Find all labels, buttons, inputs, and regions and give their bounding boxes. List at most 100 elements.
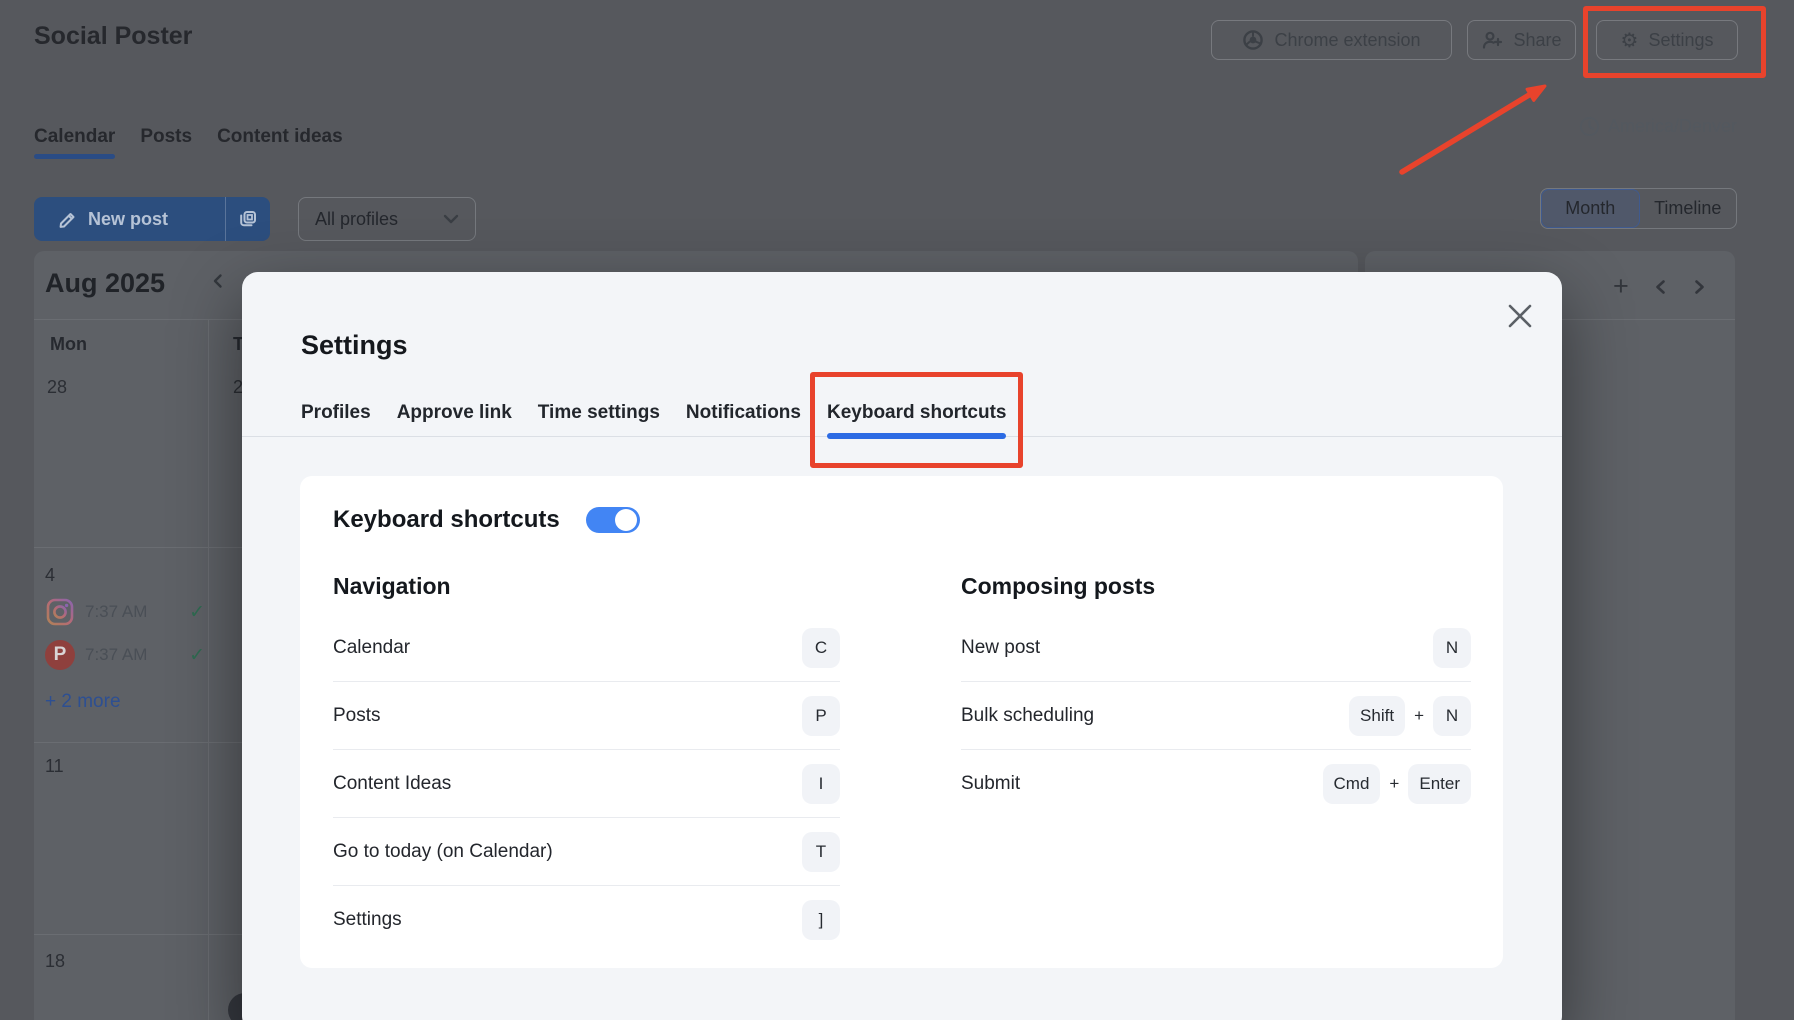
calendar-date[interactable]: 11 [45,756,64,777]
key-badge: N [1433,628,1471,668]
key-badge: Enter [1408,764,1471,804]
post-time: 7:37 AM [85,645,147,665]
shortcut-label: Settings [333,909,402,931]
new-post-button[interactable]: New post [34,197,270,241]
key-badge: ] [802,900,840,940]
calendar-date[interactable]: 18 [45,951,65,972]
section-title: Navigation [333,573,840,600]
shortcut-row: New post N [961,614,1471,681]
section-title: Composing posts [961,573,1471,600]
chrome-extension-label: Chrome extension [1274,30,1420,51]
tab-calendar[interactable]: Calendar [34,126,115,156]
grid-line [208,319,209,1020]
tab-content-ideas[interactable]: Content ideas [217,126,343,156]
share-button[interactable]: Share [1467,20,1576,60]
shortcut-label: New post [961,637,1040,659]
plus-separator: + [1389,774,1399,794]
instagram-icon [45,597,75,627]
keyboard-shortcuts-card: Keyboard shortcuts Navigation CalendarCP… [300,476,1503,968]
shortcut-row: Bulk schedulingShift+N [961,681,1471,749]
shortcut-keys: ] [802,900,840,940]
bulk-post-button[interactable] [225,197,270,241]
shortcut-keys: C [802,628,840,668]
timezone-indicator[interactable]: America/Denver [1579,116,1737,137]
calendar-date[interactable]: 28 [47,377,67,398]
toggle-knob [615,509,637,531]
clock-icon [1579,116,1600,137]
shortcut-keys: T [802,832,840,872]
pencil-icon [58,209,78,229]
modal-title: Settings [301,330,408,361]
plus-separator: + [1414,706,1424,726]
tab-profiles[interactable]: Profiles [301,402,371,436]
key-badge: T [802,832,840,872]
settings-button-label: Settings [1648,30,1713,51]
chevron-down-icon [443,214,459,224]
shortcut-row: Settings] [333,885,840,953]
key-badge: Cmd [1323,764,1381,804]
profiles-filter-value: All profiles [315,209,398,230]
shortcut-keys: N [1433,628,1471,668]
add-icon[interactable]: + [1613,273,1629,300]
new-post-label: New post [88,209,168,230]
chrome-icon [1242,29,1264,51]
tab-keyboard-shortcuts[interactable]: Keyboard shortcuts [827,402,1006,436]
keyboard-shortcuts-toggle[interactable] [586,507,640,533]
shortcut-keys: Cmd + Enter [1323,764,1471,804]
post-time: 7:37 AM [85,602,147,622]
chevron-right-icon[interactable] [1692,279,1707,295]
key-badge: P [802,696,840,736]
close-icon[interactable] [1500,296,1540,336]
settings-button[interactable]: ⚙ Settings [1596,20,1738,60]
shortcut-row: Submit Cmd + Enter [961,749,1471,817]
page-title: Social Poster [34,22,192,51]
shortcut-row: Posts P [333,681,840,749]
shortcut-label: Calendar [333,637,410,659]
key-badge: C [802,628,840,668]
sent-check-icon: ✓ [189,601,205,624]
share-label: Share [1513,30,1561,51]
chrome-extension-button[interactable]: Chrome extension [1211,20,1452,60]
shortcut-label: Submit [961,773,1020,795]
gear-icon: ⚙ [1621,30,1639,50]
main-nav-tabs: Calendar Posts Content ideas [34,126,343,156]
copy-icon [238,209,258,229]
shortcut-row: Go to today (on Calendar) T [333,817,840,885]
scheduled-post[interactable]: P 7:37 AM ✓ [45,640,205,670]
shortcut-keys: Shift+N [1349,696,1471,736]
calendar-date[interactable]: 4 [45,565,55,586]
key-badge: N [1433,696,1471,736]
settings-tabs: Profiles Approve link Time settings Noti… [242,402,1562,437]
shortcut-label: Bulk scheduling [961,705,1094,727]
sent-check-icon: ✓ [189,644,205,667]
key-badge: I [802,764,840,804]
shortcut-label: Go to today (on Calendar) [333,841,553,863]
shortcuts-section-composing: Composing posts New post N Bulk scheduling… [961,573,1471,817]
scheduled-posts: 7:37 AM ✓ P 7:37 AM ✓ [45,597,205,670]
settings-modal: Settings Profiles Approve link Time sett… [242,272,1562,1020]
weekday-header-mon: Mon [50,334,87,355]
tab-notifications[interactable]: Notifications [686,402,801,436]
shortcuts-section-navigation: Navigation Calendar C Posts P Content Ideas I… [333,573,840,953]
profiles-filter-dropdown[interactable]: All profiles [298,197,476,241]
more-posts-link[interactable]: + 2 more [45,691,121,713]
view-toggle-month[interactable]: Month [1541,189,1640,228]
shortcut-keys: I [802,764,840,804]
tab-approve-link[interactable]: Approve link [397,402,512,436]
calendar-month-title: Aug 2025 [45,268,165,299]
chevron-left-icon[interactable] [1653,279,1668,295]
person-add-icon [1481,30,1503,50]
tab-keyboard-shortcuts-label: Keyboard shortcuts [827,402,1006,423]
screen: Social Poster Chrome extension Share [0,0,1794,1020]
shortcut-row: Calendar C [333,614,840,681]
view-toggle-timeline[interactable]: Timeline [1640,189,1737,228]
tab-time-settings[interactable]: Time settings [538,402,660,436]
timezone-label: America/Denver [1608,116,1737,137]
pinterest-icon: P [45,640,75,670]
shortcut-label: Content Ideas [333,773,451,795]
card-title: Keyboard shortcuts [333,506,560,534]
shortcut-label: Posts [333,705,381,727]
scheduled-post[interactable]: 7:37 AM ✓ [45,597,205,627]
tab-posts[interactable]: Posts [140,126,192,156]
calendar-prev-icon[interactable] [210,273,226,289]
